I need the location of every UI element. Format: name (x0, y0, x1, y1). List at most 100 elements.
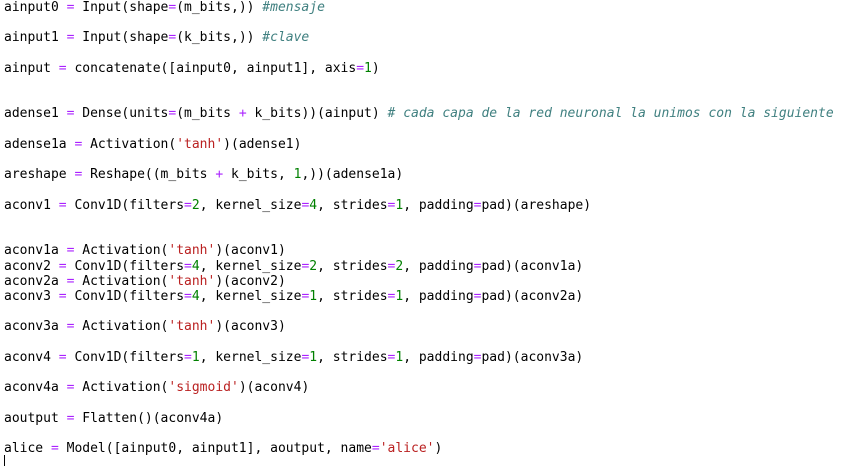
code-line: aoutput = Flatten()(aconv4a) (4, 411, 223, 426)
comment-token: #clave (262, 30, 310, 45)
string-token: 'alice' (379, 441, 435, 456)
code-line: aconv4 = Conv1D(filters=1, kernel_size=1… (4, 350, 583, 365)
code-token: ) (371, 61, 380, 76)
code-token: aconv4a (4, 380, 67, 395)
code-token: , kernel_size (199, 198, 302, 213)
string-token: 'tanh' (168, 319, 216, 334)
comment-token: # cada capa de la red neuronal la unimos… (387, 106, 834, 121)
code-token: Activation( (74, 319, 169, 334)
operator-token: = (58, 350, 67, 365)
code-token: )(adense1) (223, 137, 302, 152)
code-token: aconv3a (4, 319, 67, 334)
code-token: aconv2a (4, 274, 67, 289)
code-token: Activation( (82, 137, 177, 152)
code-token: , padding (403, 259, 474, 274)
code-token: Activation( (74, 274, 169, 289)
string-token: 'tanh' (176, 137, 224, 152)
code-token: aconv1a (4, 243, 67, 258)
code-token: , padding (403, 289, 474, 304)
code-token: Activation( (74, 380, 169, 395)
text-cursor (4, 455, 5, 466)
code-token: , strides (317, 289, 388, 304)
code-token: Input(shape (74, 30, 169, 45)
code-token: Model([ainput0, ainput1], aoutput, name (58, 441, 372, 456)
code-line: aconv2 = Conv1D(filters=4, kernel_size=2… (4, 259, 583, 274)
number-token: 4 (191, 289, 200, 304)
code-token: k_bits))(ainput) (246, 106, 388, 121)
string-token: 'tanh' (168, 274, 216, 289)
operator-token: + (215, 167, 224, 182)
number-token: 2 (309, 259, 318, 274)
code-token: Conv1D(filters (66, 289, 185, 304)
code-line: aconv2a = Activation('tanh')(aconv2) (4, 274, 286, 289)
code-token: Activation( (74, 243, 169, 258)
code-token: Conv1D(filters (66, 259, 185, 274)
number-token: 1 (309, 289, 318, 304)
string-token: 'tanh' (168, 243, 216, 258)
code-token: k_bits, (223, 167, 294, 182)
number-token: 1 (309, 350, 318, 365)
code-line: ainput = concatenate([ainput0, ainput1],… (4, 61, 380, 76)
code-token: aconv3 (4, 289, 59, 304)
code-token: )(aconv2) (215, 274, 286, 289)
operator-token: = (58, 198, 67, 213)
code-line: aconv4a = Activation('sigmoid')(aconv4) (4, 380, 309, 395)
code-token: aconv2 (4, 259, 59, 274)
code-token: concatenate([ainput0, ainput1], axis (66, 61, 357, 76)
operator-token: = (371, 441, 380, 456)
code-token: ,))(adense1a) (301, 167, 404, 182)
code-line: aconv3 = Conv1D(filters=4, kernel_size=1… (4, 289, 583, 304)
code-token: pad)(areshape) (481, 198, 592, 213)
code-line: aconv1a = Activation('tanh')(aconv1) (4, 243, 286, 258)
code-token: Flatten()(aconv4a) (74, 411, 224, 426)
operator-token: = (58, 61, 67, 76)
code-token: ) (434, 441, 443, 456)
code-token: (k_bits,)) (176, 30, 263, 45)
code-token: , strides (317, 350, 388, 365)
code-token: , strides (317, 259, 388, 274)
code-token: adense1 (4, 106, 67, 121)
code-token: , padding (403, 350, 474, 365)
code-token: pad)(aconv3a) (481, 350, 584, 365)
code-line: adense1 = Dense(units=(m_bits + k_bits))… (4, 106, 834, 121)
number-token: 4 (191, 259, 200, 274)
code-line: aconv1 = Conv1D(filters=2, kernel_size=4… (4, 198, 591, 213)
number-token: 1 (364, 61, 372, 76)
number-token: 1 (191, 350, 200, 365)
code-token: Conv1D(filters (66, 198, 185, 213)
code-token: ainput1 (4, 30, 67, 45)
code-token: Reshape((m_bits (82, 167, 216, 182)
code-token: Conv1D(filters (66, 350, 185, 365)
operator-token: = (184, 289, 192, 304)
code-token: alice (4, 441, 51, 456)
code-editor[interactable]: ainput0 = Input(shape = (m_bits,)) #mensaj… (0, 0, 851, 466)
code-line: alice = Model([ainput0, ainput1], aoutpu… (4, 441, 442, 456)
code-token: , kernel_size (199, 289, 302, 304)
code-token: (m_bits (176, 106, 239, 121)
operator-token: + (238, 106, 247, 121)
code-token: ainput (4, 61, 59, 76)
number-token: 2 (191, 198, 200, 213)
code-token: areshape (4, 167, 75, 182)
code-token: adense1a (4, 137, 75, 152)
code-token: )(aconv4) (238, 380, 310, 395)
operator-token: = (50, 441, 59, 456)
string-token: 'sigmoid' (168, 380, 239, 395)
code-line: ainput0 = Input(shape=(m_bits,)) #mensaj… (4, 0, 325, 15)
code-token: )(aconv1) (215, 243, 286, 258)
operator-token: = (58, 289, 67, 304)
code-token: pad)(aconv2a) (481, 289, 584, 304)
operator-token: = (356, 61, 365, 76)
code-line: ainput1 = Input(shape=(k_bits,)) #clave (4, 30, 309, 45)
code-token: pad)(aconv1a) (481, 259, 584, 274)
code-token: Dense(units (74, 106, 169, 121)
code-token: aconv1 (4, 198, 59, 213)
number-token: 4 (309, 198, 318, 213)
operator-token: = (184, 350, 192, 365)
code-token: aoutput (4, 411, 67, 426)
code-token: )(aconv3) (215, 319, 286, 334)
operator-token: = (184, 198, 192, 213)
operator-token: = (184, 259, 192, 274)
code-token: , kernel_size (199, 350, 302, 365)
code-token: , kernel_size (199, 259, 302, 274)
